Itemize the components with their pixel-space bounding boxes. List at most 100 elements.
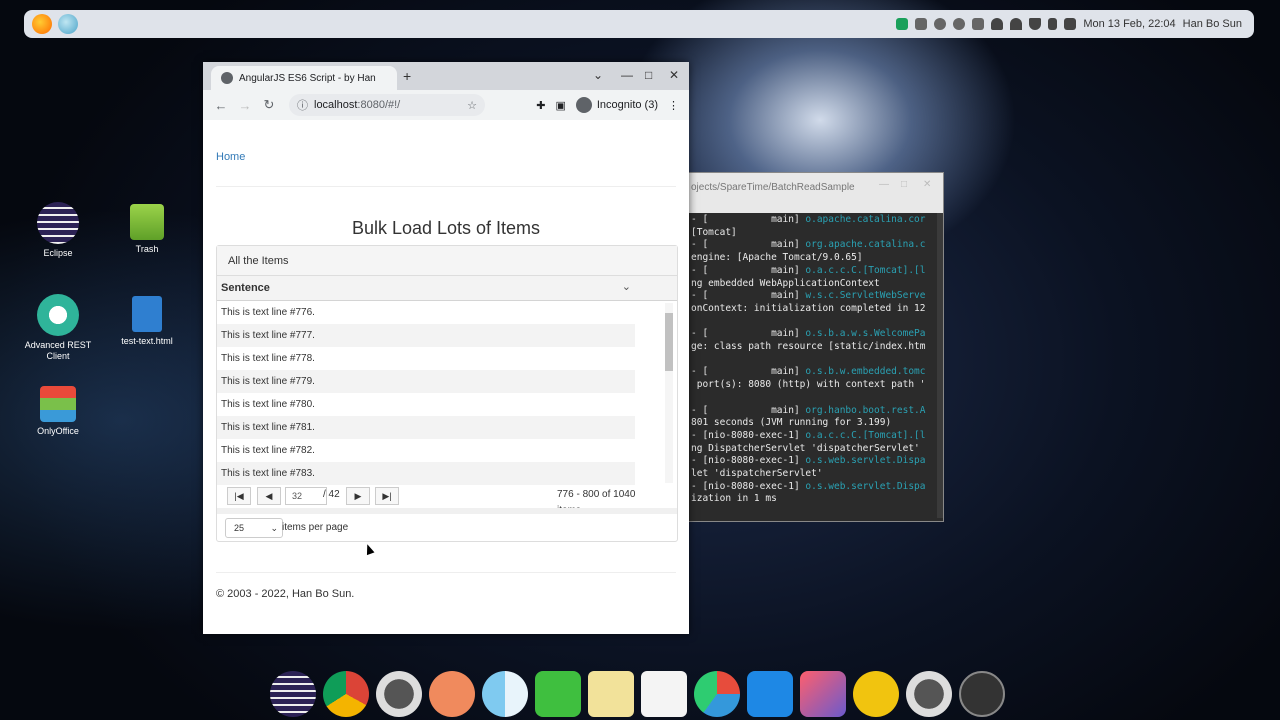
horizontal-scrollbar[interactable] <box>217 508 677 514</box>
terminal-line: - [nio-8080-exec-1] o.a.c.c.C.[Tomcat].[… <box>691 429 926 441</box>
divider <box>216 186 676 187</box>
page-count: / 42 <box>323 489 340 500</box>
terminal-window[interactable]: ojects/SpareTime/BatchReadSample — □ ✕ -… <box>688 172 944 522</box>
firefox-icon[interactable] <box>32 14 52 34</box>
table-row[interactable]: This is text line #776. <box>217 301 635 324</box>
terminal-scrollbar[interactable] <box>937 213 943 518</box>
menu-icon[interactable]: ⋮ <box>668 99 679 112</box>
minimize-icon[interactable]: — <box>879 179 889 190</box>
desktop-icon-rest-client[interactable]: Advanced REST Client <box>18 294 98 362</box>
chrome-icon[interactable] <box>323 671 369 717</box>
terminal-output[interactable]: - [ main] o.apache.catalina.cor [Tomcat] -… <box>689 213 943 504</box>
next-page-button[interactable]: ▶ <box>346 487 370 505</box>
home-link[interactable]: Home <box>216 151 245 163</box>
terminal-line: - [nio-8080-exec-1] o.s.web.servlet.Disp… <box>691 480 926 492</box>
desktop-icon-test-text-html[interactable]: test-text.html <box>107 296 187 347</box>
scrollbar-thumb[interactable] <box>665 313 673 371</box>
finder-icon[interactable] <box>482 671 528 717</box>
table-row[interactable]: This is text line #780. <box>217 393 635 416</box>
table-row[interactable]: This is text line #781. <box>217 416 635 439</box>
vpn-icon[interactable] <box>535 671 581 717</box>
grid-body[interactable]: This is text line #776. This is text lin… <box>217 301 677 487</box>
table-row[interactable]: This is text line #777. <box>217 324 635 347</box>
system-monitor-icon[interactable] <box>896 18 909 30</box>
settings-icon[interactable] <box>953 18 966 30</box>
pagination-bar: |◀ ◀ 32 / 42 ▶ ▶| 776 - 800 of 1040 item… <box>217 486 677 516</box>
user-name[interactable]: Han Bo Sun <box>1183 18 1242 30</box>
network-globe-icon[interactable] <box>58 14 78 34</box>
bluetooth-icon[interactable] <box>934 18 947 30</box>
address-bar[interactable]: ⓘ localhost:8080/#!/ ☆ <box>289 94 485 116</box>
terminal-line: 801 seconds (JVM running for 3.199) <box>691 417 892 429</box>
table-row[interactable]: This is text line #778. <box>217 347 635 370</box>
vertical-scrollbar[interactable] <box>665 303 673 483</box>
text-editor-icon[interactable] <box>641 671 687 717</box>
items-per-page-select[interactable]: 25 ⌄ <box>225 518 283 538</box>
notes-icon[interactable] <box>588 671 634 717</box>
last-page-button[interactable]: ▶| <box>375 487 399 505</box>
rest-client-icon <box>37 294 79 336</box>
terminal-line: - [nio-8080-exec-1] o.s.web.servlet.Disp… <box>691 455 926 467</box>
maximize-icon[interactable]: □ <box>901 179 907 190</box>
terminal-line: - [ main] o.a.c.c.C.[Tomcat].[l <box>691 264 926 276</box>
terminal-line: port(s): 8080 (http) with context path ' <box>691 379 926 391</box>
eclipse-icon <box>37 202 79 244</box>
volume-icon[interactable] <box>1064 18 1077 30</box>
table-row[interactable]: This is text line #783. <box>217 462 635 485</box>
keyboard-icon[interactable] <box>972 18 985 30</box>
files-icon[interactable] <box>747 671 793 717</box>
table-row[interactable]: This is text line #782. <box>217 439 635 462</box>
close-icon[interactable]: ✕ <box>669 68 679 82</box>
incognito-profile[interactable]: Incognito (3) <box>575 97 658 113</box>
battery-icon[interactable] <box>1048 18 1058 30</box>
chevron-down-icon[interactable]: ⌄ <box>622 280 631 293</box>
clock[interactable]: Mon 13 Feb, 22:04 <box>1083 18 1175 30</box>
extensions-icon[interactable]: ✚ <box>536 99 545 112</box>
vpn-shield-icon[interactable] <box>1029 18 1042 30</box>
table-row[interactable]: This is text line #779. <box>217 370 635 393</box>
side-panel-icon[interactable]: ▣ <box>555 99 565 112</box>
eclipse-icon[interactable] <box>270 671 316 717</box>
new-tab-button[interactable]: + <box>403 68 411 84</box>
first-page-button[interactable]: |◀ <box>227 487 251 505</box>
url-path: :8080/#!/ <box>357 99 401 111</box>
postman-icon[interactable] <box>429 671 475 717</box>
footer-text: © 2003 - 2022, Han Bo Sun. <box>216 588 355 600</box>
chevron-down-icon: ⌄ <box>270 523 278 533</box>
onlyoffice-icon <box>40 386 76 422</box>
html-file-icon <box>132 296 162 332</box>
desktop-icon-onlyoffice[interactable]: OnlyOffice <box>18 386 98 437</box>
maximize-icon[interactable]: □ <box>645 68 652 82</box>
close-icon[interactable]: ✕ <box>923 179 931 190</box>
notifications-icon[interactable] <box>991 18 1004 30</box>
obs-icon[interactable] <box>959 671 1005 717</box>
minimize-icon[interactable]: — <box>621 68 633 82</box>
browser-window[interactable]: AngularJS ES6 Script - by Han + ⌄ — □ ✕ … <box>203 62 689 634</box>
column-header-sentence[interactable]: Sentence ⌄ <box>217 276 677 301</box>
dropbox-icon[interactable] <box>915 18 928 30</box>
prev-page-button[interactable]: ◀ <box>257 487 281 505</box>
terminal-icon[interactable] <box>376 671 422 717</box>
terminal-line: - [ main] o.apache.catalina.cor <box>691 214 926 225</box>
terminal-line: - [ main] w.s.c.ServletWebServe <box>691 290 926 302</box>
wifi-icon[interactable] <box>1010 18 1023 30</box>
terminal-title: ojects/SpareTime/BatchReadSample <box>691 181 855 193</box>
disk-usage-icon[interactable] <box>694 671 740 717</box>
app-store-icon[interactable] <box>800 671 846 717</box>
terminal-titlebar[interactable]: ojects/SpareTime/BatchReadSample — □ ✕ <box>689 173 943 201</box>
back-icon[interactable]: ← <box>209 98 233 113</box>
page-number-input[interactable]: 32 <box>285 487 327 505</box>
desktop-icon-trash[interactable]: Trash <box>107 204 187 255</box>
reload-icon[interactable]: ↻ <box>257 97 281 113</box>
tab-search-icon[interactable]: ⌄ <box>593 68 603 82</box>
terminal-2-icon[interactable] <box>906 671 952 717</box>
desktop-icon-eclipse[interactable]: Eclipse <box>18 202 98 259</box>
browser-tab[interactable]: AngularJS ES6 Script - by Han <box>211 66 397 90</box>
tab-title: AngularJS ES6 Script - by Han <box>239 72 376 84</box>
sync-icon[interactable] <box>853 671 899 717</box>
site-info-icon[interactable]: ⓘ <box>297 97 308 113</box>
bookmark-star-icon[interactable]: ☆ <box>467 99 477 112</box>
forward-icon[interactable]: → <box>233 98 257 113</box>
